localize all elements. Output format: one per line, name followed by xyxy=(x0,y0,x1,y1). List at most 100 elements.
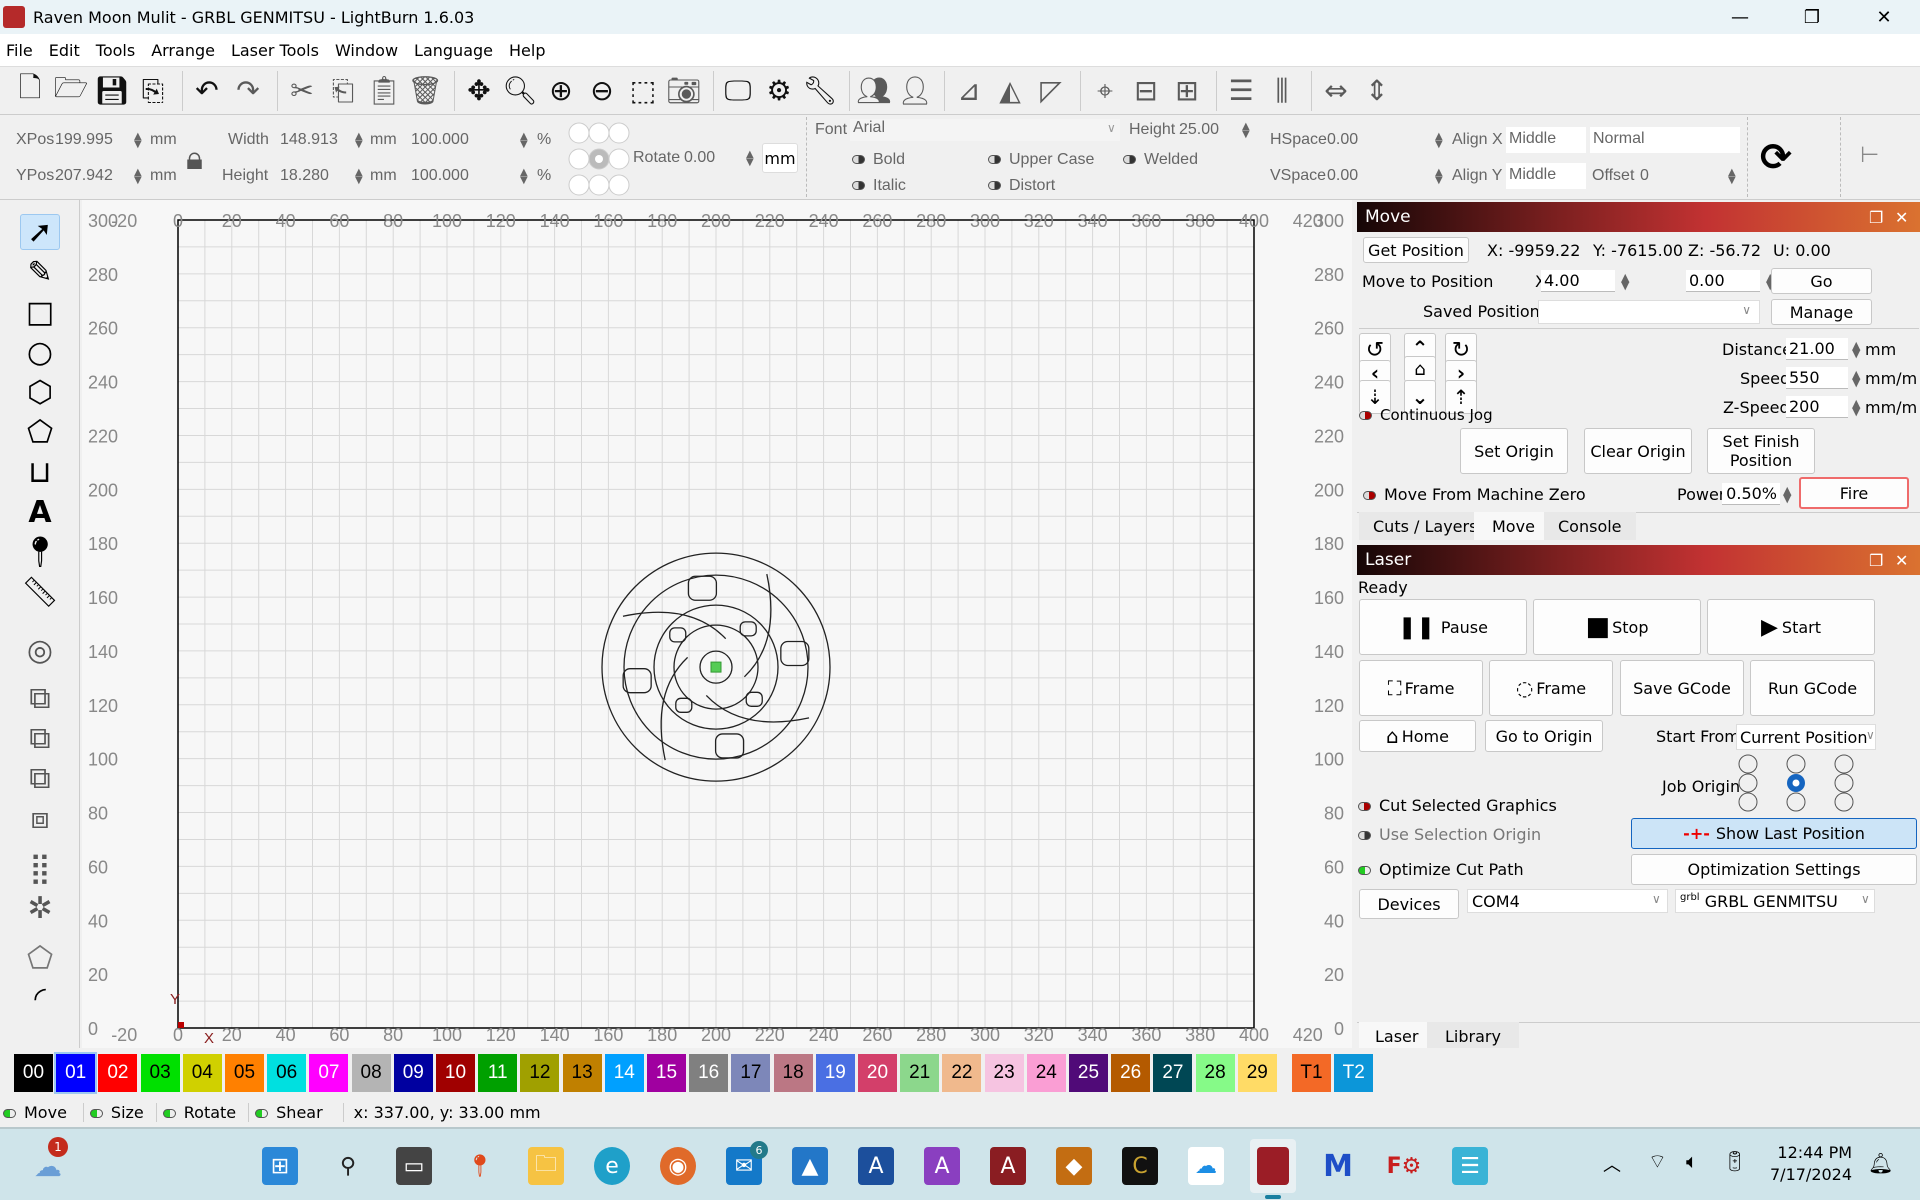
vspace-spinner[interactable]: ▲ ▼ xyxy=(1435,168,1443,186)
target-icon[interactable]: ⌖ xyxy=(1087,71,1123,111)
menu-edit[interactable]: Edit xyxy=(49,41,80,60)
app-icon[interactable]: ◆ xyxy=(1056,1147,1092,1185)
position-laser-tool-icon[interactable]: 📍︎ xyxy=(20,534,60,570)
battery-icon[interactable]: 🔋︎ xyxy=(1722,1149,1747,1173)
layer-color-27[interactable]: 27 xyxy=(1153,1054,1193,1092)
boolean-union-icon[interactable]: ⧉ xyxy=(20,720,60,756)
hspace-spinner[interactable]: ▲ ▼ xyxy=(1435,132,1443,150)
wifi-icon[interactable]: ⌔ xyxy=(1648,1149,1667,1174)
power-input[interactable]: 0.50% xyxy=(1722,483,1780,505)
rotate-input[interactable]: 0.00 xyxy=(684,149,715,167)
fillet-icon[interactable]: ◜ xyxy=(20,980,60,1016)
menu-tools[interactable]: Tools xyxy=(96,41,135,60)
close-panel-icon[interactable]: ✕ xyxy=(1895,551,1908,570)
layer-color-15[interactable]: 15 xyxy=(647,1054,686,1092)
pause-button[interactable]: ❚❚ Pause xyxy=(1359,599,1527,655)
refresh-icon[interactable]: ⟳ xyxy=(1760,135,1792,179)
align-center-horizontal-icon[interactable]: ⊞ xyxy=(1169,71,1205,111)
scale-height-input[interactable]: 100.000 xyxy=(411,167,469,185)
zoom-out-icon[interactable]: ⊖ xyxy=(584,71,620,111)
speed-spinner[interactable]: ▲ ▼ xyxy=(1852,369,1860,388)
power-spinner[interactable]: ▲ ▼ xyxy=(1783,485,1791,504)
polygon-tool-icon[interactable]: ⬡ xyxy=(20,374,60,410)
flip-vertical-icon[interactable]: ⊿ xyxy=(951,71,987,111)
layer-color-00[interactable]: 00 xyxy=(14,1054,53,1092)
affinity-photo-icon[interactable]: A xyxy=(924,1147,960,1185)
italic-toggle[interactable]: Italic xyxy=(852,177,906,195)
optimize-cut-path-toggle[interactable]: Optimize Cut Path xyxy=(1358,860,1524,879)
frame-circle-button[interactable]: ◌ Frame xyxy=(1489,660,1613,716)
layer-color-01[interactable]: 01 xyxy=(54,1052,98,1094)
same-height-icon[interactable]: ⇕ xyxy=(1359,71,1395,111)
menu-file[interactable]: File xyxy=(6,41,33,60)
set-origin-button[interactable]: Set Origin xyxy=(1460,428,1568,474)
menu-laser-tools[interactable]: Laser Tools xyxy=(231,41,319,60)
float-panel-icon[interactable]: ❐ xyxy=(1869,551,1883,570)
layer-color-11[interactable]: 11 xyxy=(478,1054,518,1092)
z-speed-spinner[interactable]: ▲ ▼ xyxy=(1852,398,1860,417)
malwarebytes-icon[interactable]: M xyxy=(1320,1147,1356,1185)
home-button[interactable]: ⌂ Home xyxy=(1359,720,1476,752)
layer-color-20[interactable]: 20 xyxy=(858,1054,897,1092)
align-center-vertical-icon[interactable]: ⊟ xyxy=(1128,71,1164,111)
file-explorer-icon[interactable]: 🗀 xyxy=(528,1147,564,1185)
fire-button[interactable]: Fire xyxy=(1799,477,1909,509)
paste-icon[interactable]: 📋︎ xyxy=(366,71,402,111)
text-height-input[interactable]: 25.00 xyxy=(1179,121,1219,139)
affinity-publisher-icon[interactable]: A xyxy=(990,1147,1026,1185)
stop-button[interactable]: ■ Stop xyxy=(1533,599,1701,655)
home-jog-icon[interactable]: ⌂ xyxy=(1404,356,1436,382)
delete-icon[interactable]: 🗑︎ xyxy=(407,71,443,111)
hspace-input[interactable]: 0.00 xyxy=(1327,131,1358,149)
layer-color-T1[interactable]: T1 xyxy=(1292,1054,1331,1092)
boolean-intersect-icon[interactable]: ⧈ xyxy=(20,800,60,836)
lightburn-taskbar-icon[interactable] xyxy=(1250,1139,1296,1193)
layer-color-19[interactable]: 19 xyxy=(815,1054,855,1092)
port-select[interactable]: COM4 xyxy=(1467,889,1668,913)
select-tool-icon[interactable]: ➚ xyxy=(20,214,60,250)
group-icon[interactable]: 👥︎ xyxy=(856,71,892,111)
layer-color-17[interactable]: 17 xyxy=(731,1054,771,1092)
float-panel-icon[interactable]: ❐ xyxy=(1869,208,1883,227)
rectangle-tool-icon[interactable]: □ xyxy=(20,294,60,330)
tabs-tool-icon[interactable]: ⊔ xyxy=(20,454,60,490)
go-to-origin-button[interactable]: Go to Origin xyxy=(1485,720,1603,752)
text-tool-icon[interactable]: A xyxy=(20,494,60,530)
speed-input[interactable]: 550 xyxy=(1786,367,1848,389)
menu-help[interactable]: Help xyxy=(509,41,545,60)
menu-arrange[interactable]: Arrange xyxy=(151,41,215,60)
notepad-icon[interactable]: ☰ xyxy=(1452,1147,1488,1185)
devices-button[interactable]: Devices xyxy=(1359,889,1459,919)
minimize-button[interactable]: — xyxy=(1710,0,1770,34)
rotate-lock-toggle[interactable]: Rotate xyxy=(155,1102,236,1122)
layer-color-12[interactable]: 12 xyxy=(520,1054,560,1092)
start-from-select[interactable]: Current Position xyxy=(1736,724,1876,750)
new-file-icon[interactable]: 🗋 xyxy=(12,71,48,111)
set-finish-position-button[interactable]: Set Finish Position xyxy=(1707,428,1815,474)
close-panel-icon[interactable]: ✕ xyxy=(1895,208,1908,227)
bold-toggle[interactable]: Bold xyxy=(852,151,905,169)
optimization-settings-button[interactable]: Optimization Settings xyxy=(1631,854,1917,885)
align-x-select[interactable]: Middle xyxy=(1506,127,1586,153)
machine-tools-icon[interactable]: 🔧︎ xyxy=(802,71,838,111)
height-input[interactable]: 18.280 xyxy=(280,167,329,185)
convert-to-path-icon[interactable]: ⬠ xyxy=(20,940,60,976)
use-selection-origin-toggle[interactable]: Use Selection Origin xyxy=(1358,825,1541,844)
layer-color-25[interactable]: 25 xyxy=(1069,1054,1108,1092)
zoom-in-icon[interactable]: ⊕ xyxy=(543,71,579,111)
import-icon[interactable]: ⎘ xyxy=(135,71,171,111)
distribute-vertical-icon[interactable]: ☰ xyxy=(1223,71,1259,111)
layer-color-10[interactable]: 10 xyxy=(436,1054,475,1092)
xpos-spinner[interactable]: ▲ ▼ xyxy=(134,132,142,150)
layer-color-14[interactable]: 14 xyxy=(604,1054,644,1092)
move-y-input[interactable]: 0.00 xyxy=(1686,270,1760,292)
ypos-input[interactable]: 207.942 xyxy=(55,167,113,185)
text-mode-select[interactable]: Normal xyxy=(1590,127,1740,153)
transform-origin-grid[interactable] xyxy=(568,121,630,197)
layer-color-21[interactable]: 21 xyxy=(900,1054,940,1092)
photos-icon[interactable]: ▲ xyxy=(792,1147,828,1185)
task-view-icon[interactable]: ▭ xyxy=(396,1147,432,1185)
scale-height-spinner[interactable]: ▲ ▼ xyxy=(520,168,528,186)
layer-color-05[interactable]: 05 xyxy=(225,1054,264,1092)
font-select[interactable]: Arial xyxy=(850,119,1120,141)
